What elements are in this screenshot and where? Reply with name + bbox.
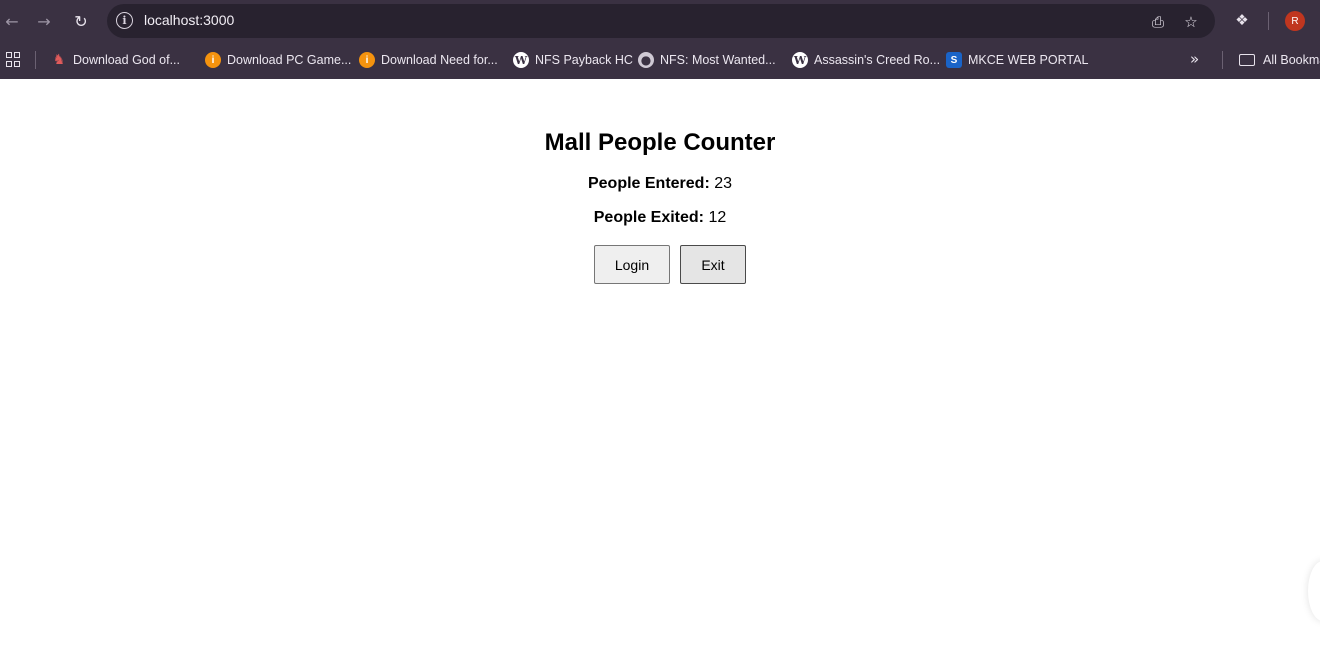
bookmark-item[interactable]: i Download Need for... xyxy=(359,50,498,70)
apps-grid-icon[interactable] xyxy=(6,52,21,67)
profile-initial: R xyxy=(1291,15,1299,27)
browser-chrome: ← → ↻ i localhost:3000 ⎙ ☆ ❖ R ♞ Downloa… xyxy=(0,0,1320,79)
bookmark-label: NFS: Most Wanted... xyxy=(660,53,776,67)
bookmarks-divider xyxy=(1222,51,1223,69)
bookmark-item[interactable]: W NFS Payback HC xyxy=(513,50,633,70)
people-exited-stat: People Exited: 12 xyxy=(0,209,1320,227)
bookmark-item[interactable]: i Download PC Game... xyxy=(205,50,351,70)
people-exited-value: 12 xyxy=(708,209,727,226)
reload-icon[interactable]: ↻ xyxy=(69,9,93,33)
bookmark-label: Download Need for... xyxy=(381,53,498,67)
all-bookmarks-button[interactable]: All Bookma xyxy=(1239,50,1320,70)
browser-toolbar: ← → ↻ i localhost:3000 ⎙ ☆ ❖ R xyxy=(0,0,1320,42)
page-content: Mall People Counter People Entered: 23 P… xyxy=(0,79,1320,668)
wordpress-icon: W xyxy=(792,52,808,68)
bookmarks-divider xyxy=(35,51,36,69)
chevron-double-right-icon[interactable]: » xyxy=(1190,50,1199,68)
bookmarks-bar: ♞ Download God of... i Download PC Game.… xyxy=(0,42,1320,79)
bookmark-label: Download God of... xyxy=(73,53,181,67)
all-bookmarks-label: All Bookma xyxy=(1263,53,1320,67)
star-bookmark-icon[interactable]: ☆ xyxy=(1181,12,1201,32)
orange-i-icon: i xyxy=(359,52,375,68)
forward-arrow-icon[interactable]: → xyxy=(32,9,56,33)
globe-icon: ● xyxy=(638,52,654,68)
orange-i-icon: i xyxy=(205,52,221,68)
toolbar-divider xyxy=(1268,12,1269,30)
page-title: Mall People Counter xyxy=(544,129,776,156)
address-bar[interactable]: i localhost:3000 ⎙ ☆ xyxy=(107,4,1215,38)
site-info-icon[interactable]: i xyxy=(116,12,133,29)
extensions-icon[interactable]: ❖ xyxy=(1231,9,1253,31)
bookmark-label: MKCE WEB PORTAL xyxy=(968,53,1089,67)
wordpress-icon: W xyxy=(513,52,529,68)
profile-avatar[interactable]: R xyxy=(1285,11,1305,31)
exit-button[interactable]: Exit xyxy=(680,245,746,284)
bookmark-item[interactable]: S MKCE WEB PORTAL xyxy=(946,50,1088,70)
people-entered-label: People Entered: xyxy=(587,175,710,192)
login-button[interactable]: Login xyxy=(594,245,670,284)
floating-widget[interactable] xyxy=(1308,561,1320,621)
bookmark-item[interactable]: ♞ Download God of... xyxy=(51,50,180,70)
install-app-icon[interactable]: ⎙ xyxy=(1148,12,1168,32)
bookmark-label: Assassin's Creed Ro... xyxy=(814,53,941,67)
bookmark-item[interactable]: W Assassin's Creed Ro... xyxy=(792,50,940,70)
url-text[interactable]: localhost:3000 xyxy=(144,12,234,28)
bookmark-label: NFS Payback HC xyxy=(535,53,633,67)
back-arrow-icon[interactable]: ← xyxy=(0,9,24,33)
bookmark-label: Download PC Game... xyxy=(227,53,352,67)
bookmark-item[interactable]: ● NFS: Most Wanted... xyxy=(638,50,776,70)
folder-icon xyxy=(1239,54,1255,66)
people-exited-label: People Exited: xyxy=(593,209,704,226)
s-logo-icon: S xyxy=(946,52,962,68)
people-entered-stat: People Entered: 23 xyxy=(0,175,1320,193)
game-icon: ♞ xyxy=(52,52,66,68)
people-entered-value: 23 xyxy=(714,175,733,192)
